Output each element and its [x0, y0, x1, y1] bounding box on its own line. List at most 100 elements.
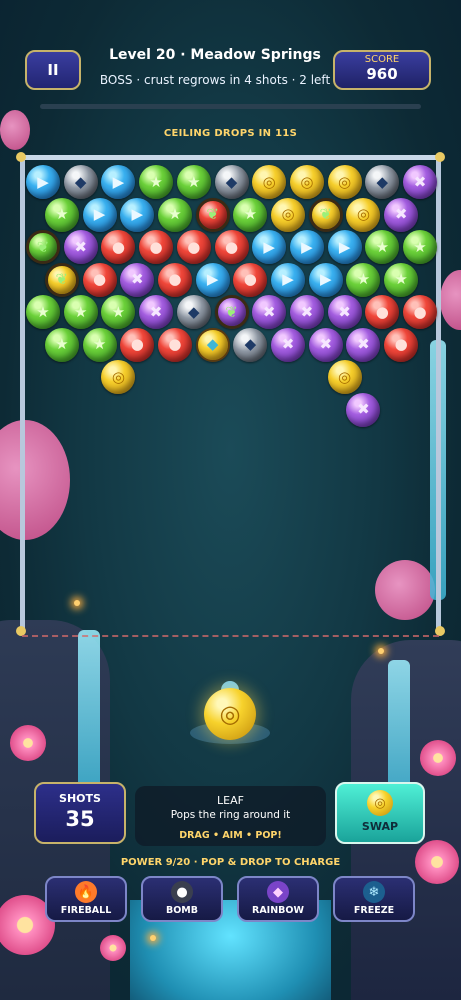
purple-bubble: ✖: [139, 295, 174, 329]
top-hud: II Level 20 · Meadow Springs BOSS · crus…: [0, 0, 461, 115]
green-symbol-icon: ★: [73, 302, 88, 321]
green-bubble: ★: [44, 197, 79, 232]
shots-panel: SHOTS 35: [34, 782, 126, 844]
blue-bubble: ▶: [252, 230, 287, 264]
bomb-icon: ●: [171, 881, 193, 903]
blue-bubble: ▶: [327, 230, 362, 264]
purple-symbol-icon: ✖: [74, 237, 87, 256]
crust-symbol-icon: ◆: [188, 302, 200, 321]
red-symbol-icon: ●: [93, 270, 107, 288]
green-bubble: ★: [233, 197, 268, 232]
rainbow-glyph: ◆: [273, 884, 283, 900]
green-symbol-icon: ★: [243, 205, 258, 223]
swap-button[interactable]: ◎ SWAP: [335, 782, 425, 844]
red-bubble: ●: [120, 327, 155, 362]
purple-symbol-icon: ✖: [394, 205, 408, 223]
rail-knob: [16, 152, 26, 162]
blue-bubble: ▶: [289, 230, 324, 264]
purple-symbol-icon: ✖: [262, 302, 276, 321]
green-bubble: ★: [44, 327, 79, 362]
green-bubble: ★: [139, 165, 174, 199]
red-symbol-icon: ●: [375, 302, 389, 321]
boss-crest-icon: ◆: [206, 335, 219, 353]
yellow-bubble: ◎: [346, 197, 381, 232]
red-symbol-icon: ●: [243, 270, 257, 288]
leaf-icon: ❦: [36, 237, 50, 256]
score-label: SCORE: [364, 54, 400, 65]
red-symbol-icon: ●: [187, 237, 201, 256]
rainbow-label: RAINBOW: [252, 905, 304, 916]
yellow-bubble: ◎: [327, 360, 362, 394]
green-symbol-icon: ★: [413, 237, 427, 256]
shooter-bubble[interactable]: ◎: [204, 688, 256, 740]
ring-symbol-icon: ◎: [374, 795, 386, 811]
purple-bubble: ✖: [120, 262, 155, 297]
pause-button[interactable]: II: [25, 50, 81, 90]
blue-symbol-icon: ▶: [112, 172, 125, 191]
leaf-bubble: ❦: [26, 230, 60, 264]
purple-bubble: ✖: [403, 165, 437, 199]
lantern: [150, 935, 156, 941]
green-symbol-icon: ★: [36, 302, 50, 321]
purple-bubble: ✖: [327, 295, 362, 329]
purple-bubble: ✖: [289, 295, 324, 329]
blue-symbol-icon: ▶: [319, 270, 332, 288]
green-bubble: ★: [346, 262, 381, 297]
blue-symbol-icon: ▶: [338, 237, 351, 256]
leaf-bubble: ❦: [214, 295, 249, 329]
purple-symbol-icon: ✖: [357, 335, 370, 353]
leaf-bubble: ❦: [308, 197, 343, 232]
bomb-button[interactable]: ● BOMB: [141, 876, 223, 922]
blue-symbol-icon: ▶: [131, 205, 144, 223]
green-symbol-icon: ★: [187, 172, 201, 191]
blue-symbol-icon: ▶: [37, 172, 49, 191]
blue-symbol-icon: ▶: [206, 270, 219, 288]
leaf-icon: ❦: [225, 302, 238, 321]
red-bubble: ●: [82, 262, 117, 297]
crust-symbol-icon: ◆: [225, 172, 238, 191]
fireball-button[interactable]: 🔥 FIREBALL: [45, 876, 127, 922]
leaf-bubble: ❦: [44, 262, 79, 297]
ceiling-rail: [18, 155, 443, 160]
green-bubble: ★: [403, 230, 437, 264]
blue-bubble: ▶: [308, 262, 343, 297]
level-title: Level 20 · Meadow Springs: [109, 47, 321, 63]
ceiling-timer: CEILING DROPS IN 11S: [163, 128, 298, 139]
yellow-symbol-icon: ◎: [281, 205, 295, 223]
fireball-label: FIREBALL: [60, 905, 112, 916]
red-symbol-icon: ●: [413, 302, 427, 321]
shots-label: SHOTS: [59, 792, 101, 805]
bomb-glyph: ●: [176, 884, 188, 900]
next-bubble: ◎: [367, 790, 393, 816]
controls-tip: DRAG • AIM • POP!: [179, 830, 282, 841]
blossom-tree: [440, 270, 461, 330]
yellow-symbol-icon: ◎: [262, 172, 276, 191]
progress-track: [40, 104, 421, 109]
bubble-description: Pops the ring around it: [170, 809, 291, 821]
green-bubble: ★: [176, 165, 211, 199]
blue-bubble: ▶: [82, 197, 117, 232]
green-symbol-icon: ★: [55, 335, 69, 353]
left-rail: [20, 155, 25, 633]
yellow-bubble: ◎: [327, 165, 362, 199]
green-symbol-icon: ★: [394, 270, 408, 288]
freeze-button[interactable]: ❄ FREEZE: [333, 876, 415, 922]
shots-value: 35: [65, 807, 95, 831]
green-symbol-icon: ★: [356, 270, 371, 288]
purple-bubble: ✖: [252, 295, 287, 329]
red-bubble: ●: [403, 295, 437, 329]
red-bubble: ●: [176, 230, 211, 264]
blue-symbol-icon: ▶: [93, 205, 106, 223]
yellow-symbol-icon: ◎: [356, 205, 370, 223]
rainbow-button[interactable]: ◆ RAINBOW: [237, 876, 319, 922]
danger-line: [22, 635, 439, 637]
red-bubble: ●: [157, 327, 192, 362]
blue-symbol-icon: ▶: [301, 237, 313, 256]
crust-bubble: ◆: [214, 165, 249, 199]
purple-symbol-icon: ✖: [149, 302, 163, 321]
score-value: 960: [366, 65, 398, 83]
purple-bubble: ✖: [63, 230, 98, 264]
bubble-info-panel: LEAF Pops the ring around it DRAG • AIM …: [135, 786, 326, 846]
yellow-bubble: ◎: [252, 165, 287, 199]
purple-bubble: ✖: [346, 327, 381, 362]
